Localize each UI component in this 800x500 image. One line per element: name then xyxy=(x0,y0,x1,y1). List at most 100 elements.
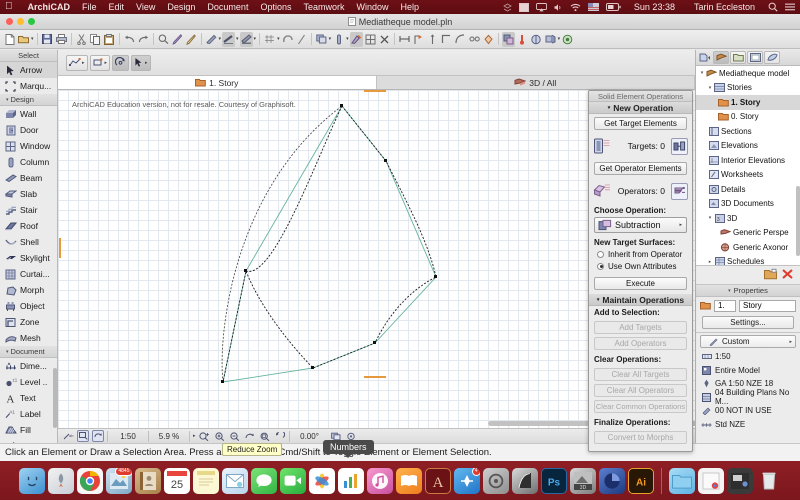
zoom-window-icon[interactable] xyxy=(77,430,89,442)
tool-curtain-wall[interactable]: Curtai... xyxy=(0,266,57,282)
tool-mesh[interactable]: Mesh xyxy=(0,330,57,346)
pen-set-row[interactable]: Custom ▸ xyxy=(700,335,796,348)
3d-document-icon[interactable] xyxy=(544,32,557,47)
dock-item-mail[interactable] xyxy=(221,467,248,494)
palette-section-new-operation[interactable]: ▾ New Operation xyxy=(589,102,692,114)
copy-icon[interactable] xyxy=(89,32,102,47)
wifi-icon[interactable] xyxy=(570,3,581,12)
view-map-icon[interactable] xyxy=(730,51,746,64)
redo-icon[interactable] xyxy=(137,32,150,47)
tool-zone[interactable]: Zone xyxy=(0,314,57,330)
rectangle-tool-icon[interactable]: ▸ xyxy=(89,54,111,71)
search-icon[interactable] xyxy=(768,2,778,12)
pen-set-icon[interactable] xyxy=(205,32,218,47)
chevron-right-icon[interactable]: ▸ xyxy=(679,222,682,228)
zoom-out-icon[interactable] xyxy=(229,430,241,442)
scale-row[interactable]: 1:50 xyxy=(696,350,800,364)
dock-item-document-stack[interactable] xyxy=(697,467,724,494)
dock-item-messages[interactable] xyxy=(250,467,277,494)
fill-type-caret-icon[interactable]: ▾ xyxy=(254,36,257,42)
tree-item-schedules[interactable]: ▸ Schedules xyxy=(696,255,800,265)
pen-icon[interactable] xyxy=(171,32,184,47)
dock-item-archicad[interactable] xyxy=(511,467,538,494)
tool-beam[interactable]: Beam xyxy=(0,170,57,186)
tool-level-dimension[interactable]: ±1 Level .. xyxy=(0,374,57,390)
menu-teamwork[interactable]: Teamwork xyxy=(297,2,350,12)
layout-book-icon[interactable] xyxy=(747,51,763,64)
pen-set-caret-icon[interactable]: ▾ xyxy=(219,36,222,42)
dock-item-calendar[interactable]: 25 xyxy=(163,467,190,494)
project-map-icon[interactable] xyxy=(713,51,729,64)
rotate-tool-icon[interactable] xyxy=(112,54,130,71)
dock-item-screenshot-stack[interactable] xyxy=(726,467,753,494)
tab-3d-all[interactable]: 3D / All xyxy=(377,76,695,89)
pick-operator-icon[interactable] xyxy=(671,182,688,200)
radio-inherit-from-operator[interactable]: Inherit from Operator xyxy=(589,248,692,260)
zoom-in-out-icon[interactable] xyxy=(199,430,211,442)
tree-item-interior-elevations[interactable]: Interior Elevations xyxy=(696,153,800,168)
tree-scrollbar[interactable] xyxy=(796,186,800,256)
execute-button[interactable]: Execute xyxy=(594,277,687,290)
palette-section-maintain-operations[interactable]: ▾ Maintain Operations xyxy=(589,294,692,306)
eyedropper-icon[interactable] xyxy=(185,32,198,47)
menu-clock[interactable]: Sun 23:38 xyxy=(628,2,681,12)
tool-arrow[interactable]: Arrow xyxy=(0,62,57,78)
fill-type-icon[interactable] xyxy=(239,31,253,47)
tree-item-worksheets[interactable]: Worksheets xyxy=(696,168,800,183)
menu-file[interactable]: File xyxy=(76,2,103,12)
dimension-style-row[interactable]: Std NZE xyxy=(696,418,800,432)
operation-dropdown[interactable]: Subtraction ▸ xyxy=(594,217,687,233)
tool-object[interactable]: Object xyxy=(0,298,57,314)
menu-design[interactable]: Design xyxy=(161,2,201,12)
dropbox-icon[interactable] xyxy=(503,3,512,12)
dock-item-ibooks[interactable] xyxy=(395,467,422,494)
menu-document[interactable]: Document xyxy=(201,2,254,12)
solid-element-operations-icon[interactable] xyxy=(501,31,515,47)
3d-document-caret-icon[interactable]: ▾ xyxy=(558,36,561,42)
building-material-icon[interactable] xyxy=(332,32,345,47)
story-settings-button[interactable]: Settings... xyxy=(702,316,794,329)
dock-item-contacts[interactable] xyxy=(134,467,161,494)
tool-label[interactable]: A1 Label xyxy=(0,406,57,422)
menu-window[interactable]: Window xyxy=(351,2,395,12)
dock-item-google-chrome[interactable] xyxy=(76,467,103,494)
fit-in-window-icon[interactable] xyxy=(259,430,271,442)
menu-user-name[interactable]: Tarin Eccleston xyxy=(688,2,761,12)
get-target-elements-button[interactable]: Get Target Elements xyxy=(594,117,687,130)
fillet-icon[interactable] xyxy=(454,32,467,47)
split-icon[interactable] xyxy=(364,32,377,47)
dock-item-illustrator[interactable]: Ai xyxy=(627,467,654,494)
orient-icon[interactable]: ab xyxy=(62,430,74,442)
energy-evaluation-icon[interactable] xyxy=(530,32,543,47)
dock-item-itunes[interactable] xyxy=(366,467,393,494)
volume-icon[interactable] xyxy=(554,3,563,12)
pan-icon[interactable] xyxy=(244,430,256,442)
dock-item-app-store[interactable]: 4 xyxy=(453,467,480,494)
tree-item-3d-documents[interactable]: 3D Documents xyxy=(696,197,800,212)
tool-text[interactable]: A Text xyxy=(0,390,57,406)
story-name-field[interactable]: Story xyxy=(739,299,796,312)
dock-item-numbers[interactable] xyxy=(337,467,364,494)
scale-value[interactable]: 1:50 xyxy=(111,432,145,441)
dock-item-notes[interactable] xyxy=(192,467,219,494)
grid-snap-caret-icon[interactable]: ▾ xyxy=(277,36,280,42)
tool-shell[interactable]: Shell xyxy=(0,234,57,250)
tree-item-stories[interactable]: ▾ Stories xyxy=(696,81,800,96)
zoom-in-icon[interactable] xyxy=(214,430,226,442)
caret-right-icon[interactable]: ▸ xyxy=(193,433,196,439)
dock-item-adobe-acrobat[interactable]: A xyxy=(424,467,451,494)
dock-item-photos-import[interactable]: 4845 xyxy=(105,467,132,494)
thermometer-icon[interactable] xyxy=(516,32,529,47)
intersect-icon[interactable] xyxy=(412,32,425,47)
airplay-icon[interactable] xyxy=(535,2,547,12)
polyline-tool-icon[interactable]: ▸ xyxy=(66,54,88,71)
tool-fill[interactable]: Fill xyxy=(0,422,57,438)
layers-icon[interactable] xyxy=(315,32,328,47)
properties-header[interactable]: ▾ Properties xyxy=(696,284,800,297)
stretch-icon[interactable] xyxy=(398,32,411,47)
tool-slab[interactable]: Slab xyxy=(0,186,57,202)
tree-item-1-story[interactable]: 1. Story xyxy=(696,95,800,110)
teamwork-status-icon[interactable] xyxy=(561,32,574,47)
tree-item-elevations[interactable]: Elevations xyxy=(696,139,800,154)
corner-icon[interactable] xyxy=(440,32,453,47)
